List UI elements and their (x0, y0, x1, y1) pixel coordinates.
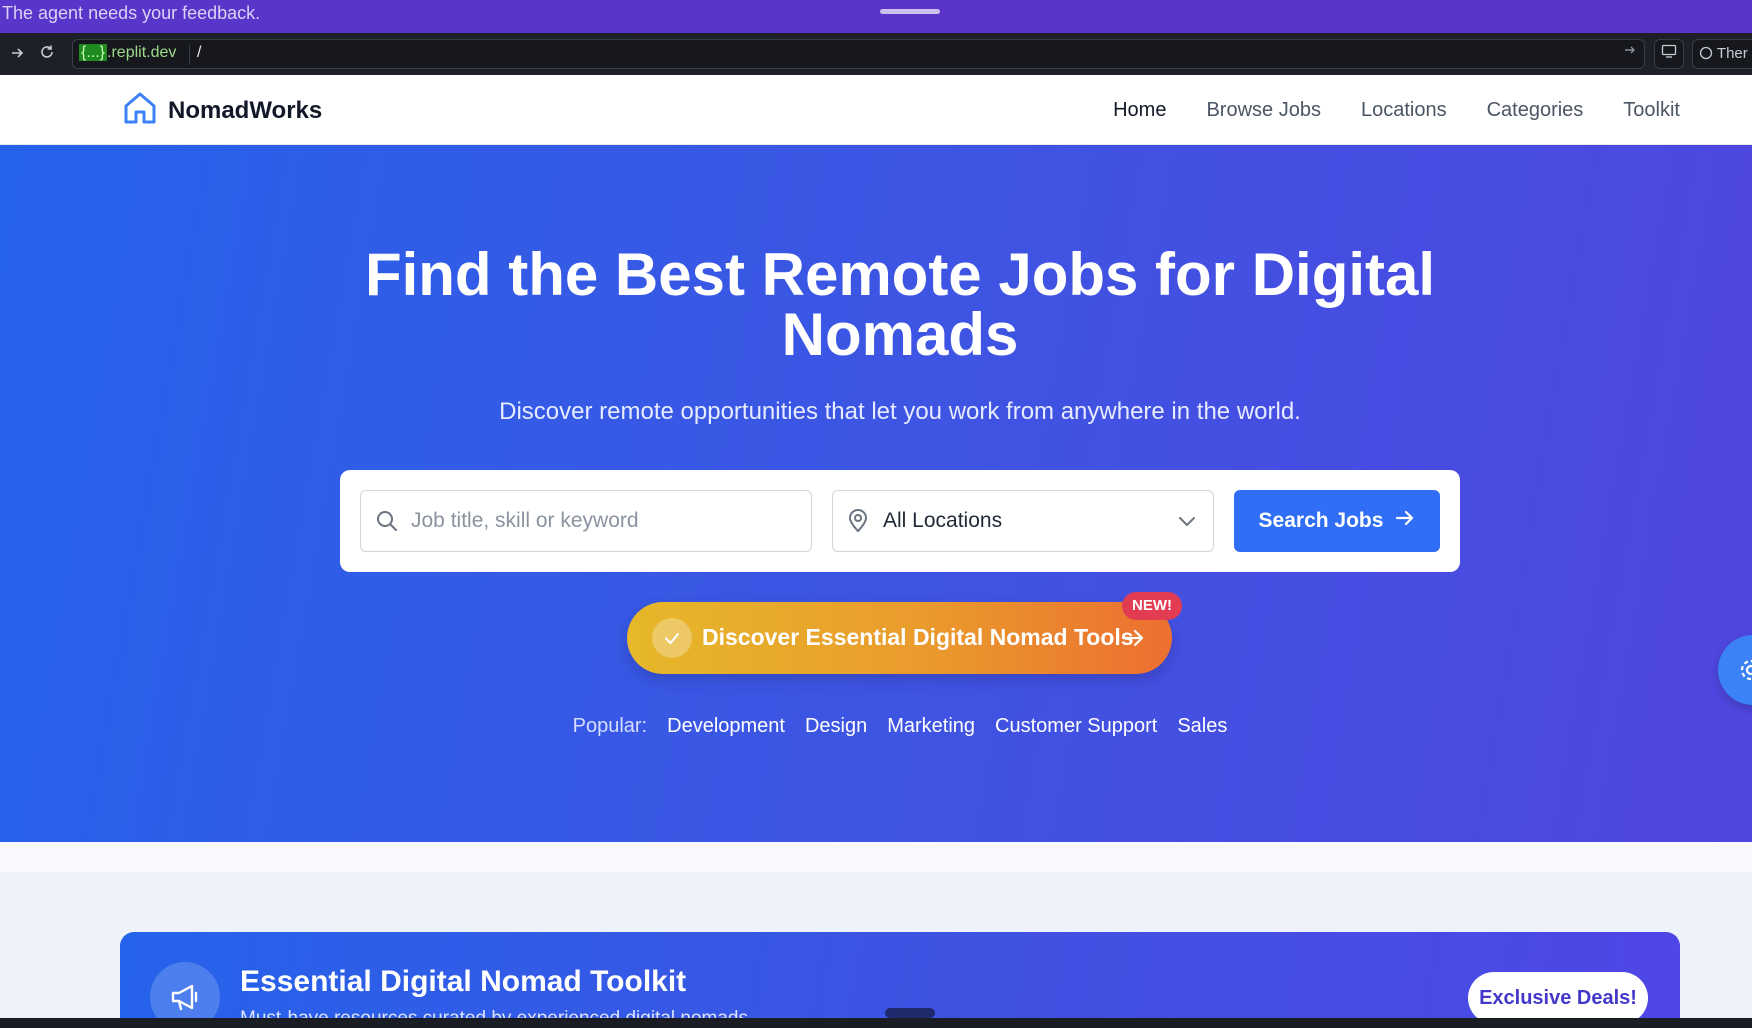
house-icon (122, 90, 158, 131)
nav-browse-jobs[interactable]: Browse Jobs (1206, 99, 1321, 122)
nav-toolkit[interactable]: Toolkit (1623, 99, 1680, 122)
check-icon (652, 618, 692, 658)
hero-subtitle: Discover remote opportunities that let y… (499, 398, 1301, 425)
device-preview-button[interactable] (1654, 39, 1684, 69)
theme-button[interactable]: Ther (1692, 39, 1752, 69)
popular-tag-customer-support[interactable]: Customer Support (995, 715, 1157, 738)
search-jobs-button[interactable]: Search Jobs (1234, 490, 1440, 552)
search-icon (375, 509, 399, 538)
site-header: NomadWorks Home Browse Jobs Locations Ca… (0, 75, 1752, 145)
toolkit-title: Essential Digital Nomad Toolkit (240, 965, 687, 998)
settings-floating-button[interactable] (1718, 635, 1752, 705)
discover-tools-button[interactable]: Discover Essential Digital Nomad Tools (627, 602, 1172, 674)
popular-label: Popular: (572, 715, 648, 737)
search-jobs-label: Search Jobs (1258, 509, 1384, 532)
brand-name: NomadWorks (168, 96, 323, 124)
agent-feedback-message: The agent needs your feedback. (2, 3, 261, 23)
agent-feedback-bar[interactable]: The agent needs your feedback. (0, 0, 1752, 33)
map-pin-icon (847, 509, 869, 538)
url-path: / (197, 44, 202, 61)
url-separator (189, 45, 190, 65)
chevron-down-icon (1177, 511, 1197, 536)
location-value: All Locations (883, 509, 1003, 532)
new-badge: NEW! (1122, 592, 1182, 620)
nav-categories[interactable]: Categories (1487, 99, 1584, 122)
keyword-placeholder: Job title, skill or keyword (411, 509, 639, 532)
popular-tags: Popular: Development Design Marketing Cu… (0, 715, 1752, 738)
browser-toolbar: {...} .replit.dev / Ther (0, 33, 1752, 75)
search-card: Job title, skill or keyword All Location… (340, 470, 1460, 572)
go-arrow-icon[interactable] (1624, 43, 1636, 61)
hero-title: Find the Best Remote Jobs for Digital Nom… (364, 241, 1436, 368)
hero-section: Find the Best Remote Jobs for Digital Nom… (0, 145, 1752, 842)
scroll-indicator[interactable] (885, 1008, 935, 1018)
popular-tag-development[interactable]: Development (667, 715, 785, 738)
nav-home[interactable]: Home (1113, 99, 1166, 122)
bottom-bar (0, 1018, 1752, 1028)
url-bar[interactable]: {...} .replit.dev / (72, 39, 1645, 69)
popular-tag-design[interactable]: Design (805, 715, 867, 738)
theme-label: Ther (1716, 45, 1748, 62)
exclusive-deals-button[interactable]: Exclusive Deals! (1468, 972, 1648, 1024)
section-divider (0, 842, 1752, 872)
url-host: {...} .replit.dev (79, 44, 177, 61)
palette-icon (1699, 46, 1713, 60)
arrow-right-icon (1121, 626, 1145, 655)
forward-icon[interactable] (6, 43, 28, 65)
keyword-search-input[interactable]: Job title, skill or keyword (360, 490, 812, 552)
discover-tools-label: Discover Essential Digital Nomad Tools (702, 624, 1134, 650)
location-select[interactable]: All Locations (832, 490, 1214, 552)
arrow-right-icon (1395, 508, 1415, 534)
reload-icon[interactable] (36, 43, 58, 65)
monitor-icon (1661, 44, 1677, 58)
drag-handle[interactable] (880, 9, 940, 14)
brand-logo-link[interactable]: NomadWorks (122, 90, 322, 131)
gear-icon (1738, 657, 1752, 688)
popular-tag-marketing[interactable]: Marketing (887, 715, 975, 738)
popular-tag-sales[interactable]: Sales (1177, 715, 1227, 738)
nav-locations[interactable]: Locations (1361, 99, 1447, 122)
main-nav: Home Browse Jobs Locations Categories To… (1113, 99, 1680, 122)
